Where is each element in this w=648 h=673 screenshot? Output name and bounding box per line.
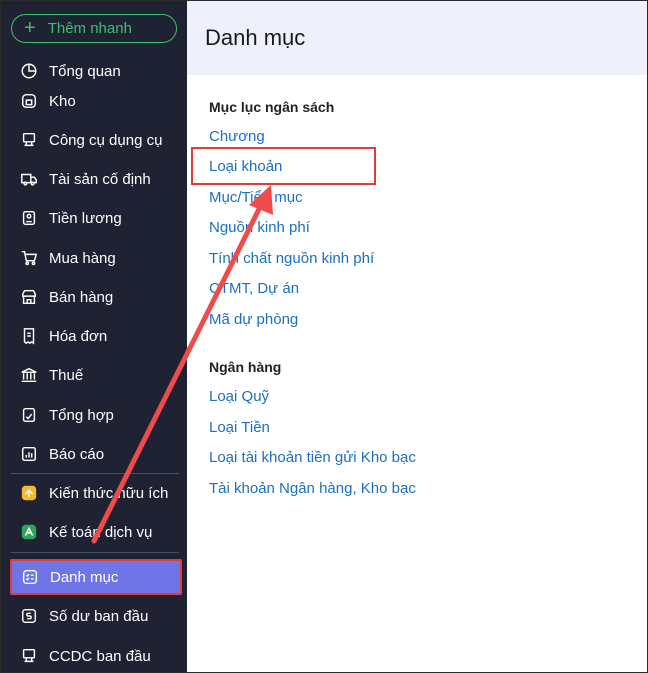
quick-add-button[interactable]: + Thêm nhanh	[11, 14, 177, 43]
catalog-icon	[20, 567, 40, 587]
sidebar-item-label: Tổng hợp	[49, 406, 114, 424]
sidebar-item-tong-quan[interactable]: Tổng quan	[11, 56, 179, 86]
sidebar-item-tai-san[interactable]: Tài sản cố định	[11, 164, 179, 194]
sidebar-divider	[11, 473, 179, 474]
page-title: Danh mục	[205, 25, 306, 50]
bank-icon	[19, 365, 39, 385]
pie-chart-icon	[19, 61, 39, 81]
sidebar-item-label: Kiến thức hữu ích	[49, 484, 169, 502]
main-content: Danh mục Mục lục ngân sách Chương Loại k…	[187, 1, 647, 672]
section-title-ngan-hang: Ngân hàng	[209, 359, 282, 375]
sidebar-item-tien-luong[interactable]: Tiền lương	[11, 203, 179, 233]
sidebar-item-label: CCDC ban đầu	[49, 647, 151, 665]
sidebar-item-cong-cu[interactable]: Công cụ dụng cụ	[11, 125, 179, 155]
summary-icon	[19, 405, 39, 425]
sidebar-item-danh-muc[interactable]: Danh mục	[10, 559, 182, 595]
sidebar-item-label: Tổng quan	[49, 62, 121, 80]
link-chuong[interactable]: Chương	[209, 128, 265, 145]
sidebar-item-tong-hop[interactable]: Tổng hợp	[11, 400, 179, 430]
link-ctmt-du-an[interactable]: CTMT, Dự án	[209, 280, 299, 297]
link-loai-quy[interactable]: Loại Quỹ	[209, 388, 269, 405]
link-nguon-kinh-phi[interactable]: Nguồn kinh phí	[209, 219, 310, 236]
sidebar-item-kho[interactable]: Kho	[11, 86, 179, 116]
sidebar-item-label: Kế toán dịch vụ	[49, 523, 153, 541]
sidebar-item-label: Thuế	[49, 366, 84, 384]
sidebar-item-hoa-don[interactable]: Hóa đơn	[11, 321, 179, 351]
accounting-service-icon	[19, 522, 39, 542]
sidebar-item-ccdc-ban-dau[interactable]: CCDC ban đầu	[11, 641, 179, 671]
sidebar: + Thêm nhanh Tổng quan Kho Công cụ dụng …	[1, 1, 187, 672]
store-icon	[19, 287, 39, 307]
annotation-highlight-box	[191, 147, 376, 185]
sidebar-item-thue[interactable]: Thuế	[11, 360, 179, 390]
link-ma-du-phong[interactable]: Mã dự phòng	[209, 311, 298, 328]
quick-add-label: Thêm nhanh	[47, 20, 132, 37]
sidebar-item-label: Mua hàng	[49, 249, 116, 267]
sidebar-item-ke-toan-dich-vu[interactable]: Kế toán dịch vụ	[11, 517, 179, 547]
sidebar-item-label: Số dư ban đầu	[49, 607, 149, 625]
link-tai-khoan-ngan-hang[interactable]: Tài khoản Ngân hàng, Kho bạc	[209, 480, 416, 497]
knowledge-icon	[19, 483, 39, 503]
sidebar-item-label: Bán hàng	[49, 288, 114, 306]
sidebar-item-label: Kho	[49, 92, 76, 110]
report-icon	[19, 444, 39, 464]
sidebar-item-label: Tiền lương	[49, 209, 122, 227]
warehouse-icon	[19, 91, 39, 111]
app-window: + Thêm nhanh Tổng quan Kho Công cụ dụng …	[0, 0, 648, 673]
link-loai-tai-khoan-kho-bac[interactable]: Loại tài khoản tiền gửi Kho bạc	[209, 449, 416, 466]
tools-initial-icon	[19, 646, 39, 666]
page-header: Danh mục	[187, 1, 647, 75]
sidebar-item-label: Báo cáo	[49, 445, 105, 463]
sidebar-item-so-du[interactable]: Số dư ban đầu	[11, 601, 179, 631]
sidebar-item-mua-hang[interactable]: Mua hàng	[11, 243, 179, 273]
truck-icon	[19, 169, 39, 189]
sidebar-divider	[11, 552, 179, 553]
link-muc-tieu-muc[interactable]: Mục/Tiểu mục	[209, 189, 303, 206]
tools-icon	[19, 130, 39, 150]
link-tinh-chat-nguon-kinh-phi[interactable]: Tính chất nguồn kinh phí	[209, 250, 374, 267]
balance-icon	[19, 606, 39, 626]
invoice-icon	[19, 326, 39, 346]
sidebar-item-label: Tài sản cố định	[49, 170, 151, 188]
sidebar-item-label: Hóa đơn	[49, 327, 108, 345]
plus-icon: +	[24, 16, 36, 39]
sidebar-item-label: Công cụ dụng cụ	[49, 131, 163, 149]
salary-icon	[19, 208, 39, 228]
sidebar-item-label: Danh mục	[50, 568, 119, 586]
section-title-muc-luc: Mục lục ngân sách	[209, 99, 335, 115]
sidebar-item-ban-hang[interactable]: Bán hàng	[11, 282, 179, 312]
link-loai-tien[interactable]: Loại Tiền	[209, 419, 270, 436]
cart-icon	[19, 248, 39, 268]
sidebar-item-kien-thuc[interactable]: Kiến thức hữu ích	[11, 478, 179, 508]
sidebar-item-bao-cao[interactable]: Báo cáo	[11, 439, 179, 469]
